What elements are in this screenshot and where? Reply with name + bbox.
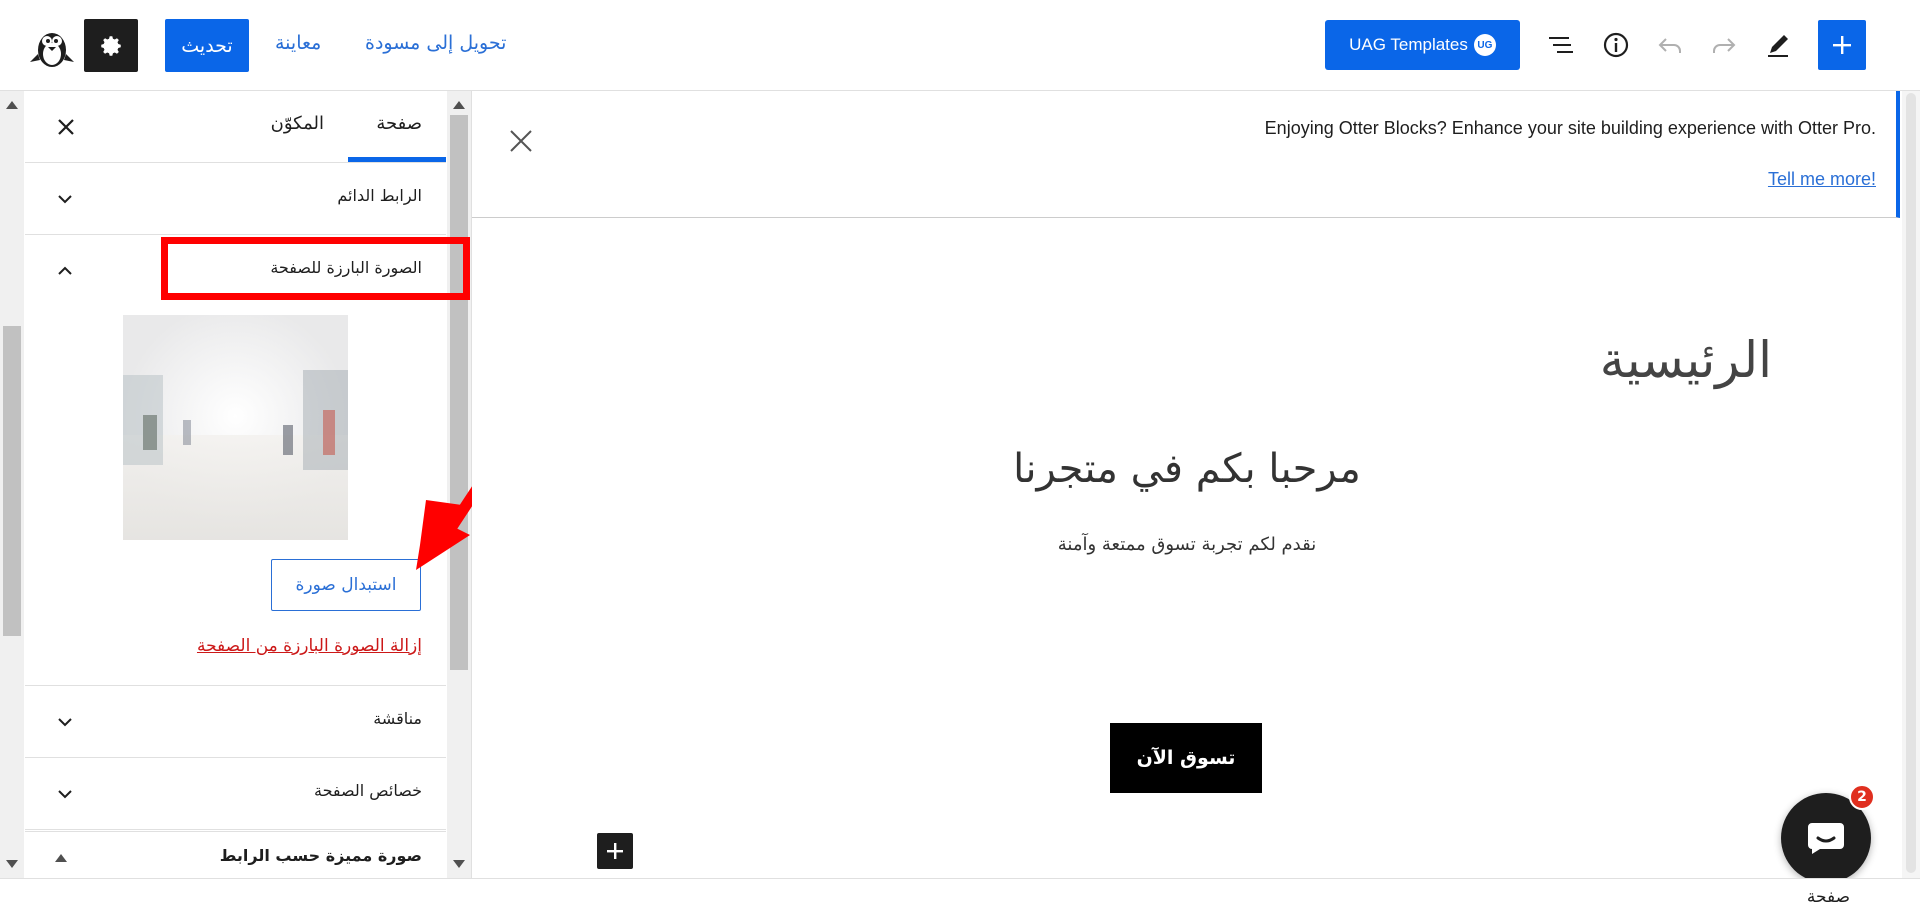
scrollbar-thumb[interactable]: [1906, 93, 1916, 873]
switch-to-draft-link[interactable]: تحويل إلى مسودة: [365, 32, 506, 54]
uag-templates-label: UAG Templates: [1349, 35, 1468, 54]
plus-icon: [1833, 36, 1851, 54]
welcome-subtitle[interactable]: نقدم لكم تجربة تسوق ممتعة وآمنة: [472, 534, 1902, 555]
welcome-heading[interactable]: مرحبا بكم في متجرنا: [472, 446, 1902, 492]
scrollbar-thumb[interactable]: [3, 326, 21, 636]
panel-page-attributes-label: خصائص الصفحة: [314, 781, 422, 800]
welcome-heading-text: مرحبا بكم في متجرنا: [1013, 446, 1361, 492]
add-block-button[interactable]: [597, 833, 633, 869]
scroll-down-arrow-icon[interactable]: [453, 860, 465, 868]
gear-icon: [101, 35, 121, 56]
update-button[interactable]: تحديث: [165, 19, 249, 72]
panel-discussion-label: مناقشة: [373, 709, 422, 728]
notice-tell-me-more-link[interactable]: Tell me more!: [1768, 169, 1876, 190]
penguin-logo-icon[interactable]: [28, 24, 76, 70]
plus-icon: [607, 843, 623, 859]
sidebar-content: صفحة المكوّن الرابط الدائم الصورة البارز…: [25, 91, 446, 878]
editor-canvas: Enjoying Otter Blocks? Enhance your site…: [472, 91, 1902, 878]
chat-bubble-icon: [1808, 823, 1844, 854]
chevron-down-icon: [58, 195, 72, 204]
undo-icon: [1658, 38, 1681, 53]
close-sidebar-icon[interactable]: [55, 116, 77, 138]
canvas-scrollbar[interactable]: [1902, 91, 1920, 878]
panel-featured-by-link[interactable]: صورة مميزة حسب الرابط: [25, 831, 446, 881]
chevron-down-icon: [58, 790, 72, 799]
page-title[interactable]: الرئيسية: [1600, 331, 1772, 389]
tab-page[interactable]: صفحة: [376, 113, 422, 134]
block-breadcrumb-bar: صفحة: [0, 878, 1920, 914]
otter-notice-banner: Enjoying Otter Blocks? Enhance your site…: [472, 91, 1900, 218]
featured-image-thumbnail[interactable]: [123, 315, 348, 540]
chevron-down-icon: [58, 718, 72, 727]
scroll-up-arrow-icon[interactable]: [6, 101, 18, 109]
replace-image-button[interactable]: استبدال صورة: [271, 559, 421, 611]
close-icon[interactable]: [506, 126, 536, 156]
list-view-button[interactable]: [1544, 28, 1578, 62]
settings-button[interactable]: [84, 19, 138, 72]
notice-text: Enjoying Otter Blocks? Enhance your site…: [1264, 118, 1876, 138]
sidebar-left-scrollbar[interactable]: [0, 91, 24, 878]
scroll-up-arrow-icon[interactable]: [453, 101, 465, 109]
tools-button[interactable]: [1761, 28, 1795, 62]
details-button[interactable]: [1599, 28, 1633, 62]
remove-featured-image-link[interactable]: إزالة الصورة البارزة من الصفحة: [197, 636, 422, 656]
info-icon: [1603, 32, 1629, 58]
editor-toolbar: تحديث معاينة تحويل إلى مسودة UAG Templat…: [0, 0, 1920, 91]
breadcrumb-page[interactable]: صفحة: [1807, 887, 1850, 907]
panel-discussion[interactable]: مناقشة: [25, 686, 446, 758]
annotation-highlight-box: [161, 237, 470, 300]
collapse-triangle-icon: [55, 854, 67, 862]
panel-permalink-label: الرابط الدائم: [337, 186, 422, 205]
preview-link[interactable]: معاينة: [275, 32, 321, 54]
chat-unread-badge: 2: [1849, 784, 1875, 810]
scroll-down-arrow-icon[interactable]: [6, 860, 18, 868]
chevron-up-icon[interactable]: [55, 261, 75, 281]
redo-button[interactable]: [1707, 28, 1741, 62]
sidebar-tabs: صفحة المكوّن: [25, 91, 446, 163]
redo-icon: [1713, 38, 1736, 53]
panel-page-attributes[interactable]: خصائص الصفحة: [25, 758, 446, 830]
panel-featured-by-link-label: صورة مميزة حسب الرابط: [219, 846, 422, 865]
panel-permalink[interactable]: الرابط الدائم: [25, 163, 446, 235]
list-view-icon: [1549, 37, 1573, 53]
shop-now-button[interactable]: تسوق الآن: [1110, 723, 1262, 793]
undo-button[interactable]: [1653, 28, 1687, 62]
uag-logo-icon: UG: [1473, 34, 1496, 56]
pencil-icon: [1768, 35, 1788, 57]
block-inserter-button[interactable]: [1818, 20, 1866, 70]
tab-block[interactable]: المكوّن: [271, 113, 324, 134]
active-tab-indicator: [348, 157, 446, 162]
uag-templates-button[interactable]: UAG Templates UG: [1325, 20, 1520, 70]
